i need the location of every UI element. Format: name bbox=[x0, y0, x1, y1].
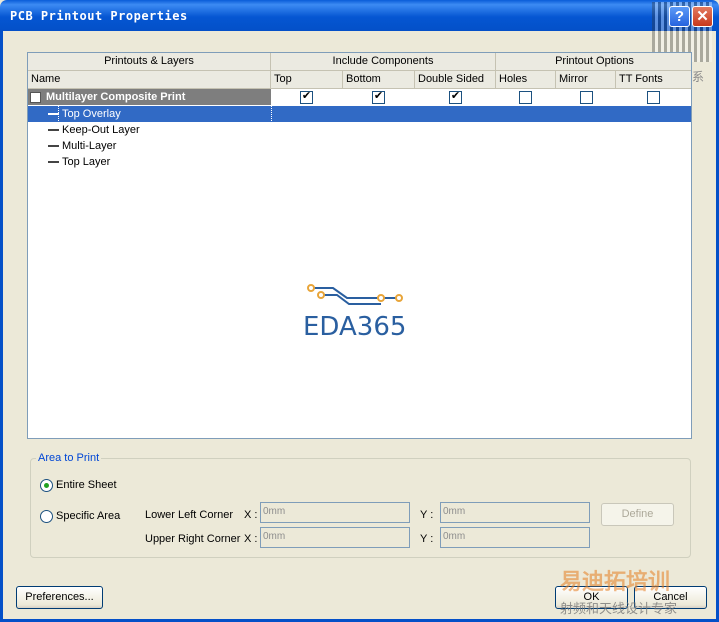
layer-row[interactable]: Keep-Out Layer bbox=[28, 122, 691, 138]
column-header-name[interactable]: Name bbox=[28, 71, 271, 89]
help-button[interactable]: ? bbox=[669, 6, 690, 27]
upper-right-x-label: X : bbox=[244, 533, 258, 545]
column-header-row: Name Top Bottom Double Sided Holes Mirro… bbox=[28, 71, 691, 89]
define-button[interactable]: Define bbox=[601, 503, 674, 526]
close-icon: ✕ bbox=[696, 8, 709, 25]
column-header-tt-fonts[interactable]: TT Fonts bbox=[616, 71, 691, 89]
close-button[interactable]: ✕ bbox=[692, 6, 713, 27]
title-bar: PCB Printout Properties bbox=[0, 0, 719, 31]
lower-left-x-field[interactable]: 0mm bbox=[260, 502, 410, 523]
double-sided-checkbox[interactable] bbox=[449, 89, 462, 104]
lower-left-x-label: X : bbox=[244, 509, 258, 521]
column-header-mirror[interactable]: Mirror bbox=[556, 71, 616, 89]
preferences-button[interactable]: Preferences... bbox=[16, 586, 103, 609]
top-checkbox[interactable] bbox=[300, 89, 313, 104]
column-header-top[interactable]: Top bbox=[271, 71, 343, 89]
printout-grid[interactable]: Printouts & Layers Include Components Pr… bbox=[27, 52, 692, 439]
lower-left-y-field[interactable]: 0mm bbox=[440, 502, 590, 523]
entire-sheet-label[interactable]: Entire Sheet bbox=[56, 479, 117, 491]
layer-label: Keep-Out Layer bbox=[62, 124, 140, 136]
logo-text: EDA365 bbox=[303, 312, 407, 342]
window-frame-left bbox=[0, 31, 3, 622]
lower-left-y-label: Y : bbox=[420, 509, 434, 521]
upper-right-y-label: Y : bbox=[420, 533, 434, 545]
layer-row[interactable]: Multi-Layer bbox=[28, 138, 691, 154]
printout-name-cell[interactable]: Multilayer Composite Print bbox=[28, 89, 271, 105]
upper-right-x-field[interactable]: 0mm bbox=[260, 527, 410, 548]
header-printout-options: Printout Options bbox=[496, 53, 691, 71]
column-header-double-sided[interactable]: Double Sided bbox=[415, 71, 496, 89]
upper-right-y-field[interactable]: 0mm bbox=[440, 527, 590, 548]
circuit-trace-icon bbox=[307, 284, 403, 305]
holes-checkbox[interactable] bbox=[519, 91, 532, 104]
cn-title-watermark: 易迪拓培训 bbox=[560, 570, 671, 595]
printout-name: Multilayer Composite Print bbox=[46, 91, 186, 103]
group-header-row: Printouts & Layers Include Components Pr… bbox=[28, 53, 691, 71]
layer-row[interactable]: Top Layer bbox=[28, 154, 691, 170]
specific-area-label[interactable]: Specific Area bbox=[56, 510, 120, 522]
lower-left-corner-label: Lower Left Corner bbox=[145, 509, 234, 521]
column-header-holes[interactable]: Holes bbox=[496, 71, 556, 89]
header-include-components: Include Components bbox=[271, 53, 496, 71]
header-printouts-layers: Printouts & Layers bbox=[28, 53, 271, 71]
column-header-bottom[interactable]: Bottom bbox=[343, 71, 415, 89]
bottom-checkbox[interactable] bbox=[372, 89, 385, 104]
eda365-logo: EDA365 bbox=[303, 282, 415, 342]
upper-right-corner-label: Upper Right Corner bbox=[145, 533, 241, 545]
layer-label: Multi-Layer bbox=[62, 140, 117, 152]
cn-subtitle-watermark: 射频和天线设计专家 bbox=[560, 602, 678, 617]
layer-label: Top Overlay bbox=[58, 105, 272, 123]
printout-row[interactable]: Multilayer Composite Print bbox=[28, 89, 691, 105]
entire-sheet-radio[interactable] bbox=[40, 479, 53, 492]
specific-area-radio[interactable] bbox=[40, 510, 53, 523]
layer-row-selected[interactable]: Top Overlay bbox=[28, 105, 691, 123]
mirror-checkbox[interactable] bbox=[580, 91, 593, 104]
window-title: PCB Printout Properties bbox=[10, 9, 188, 23]
layer-dash-icon bbox=[48, 113, 59, 115]
help-icon: ? bbox=[674, 8, 685, 25]
page-icon bbox=[30, 92, 41, 103]
layer-label: Top Layer bbox=[62, 156, 111, 168]
tt-fonts-checkbox[interactable] bbox=[647, 91, 660, 104]
area-to-print-title: Area to Print bbox=[36, 452, 102, 464]
